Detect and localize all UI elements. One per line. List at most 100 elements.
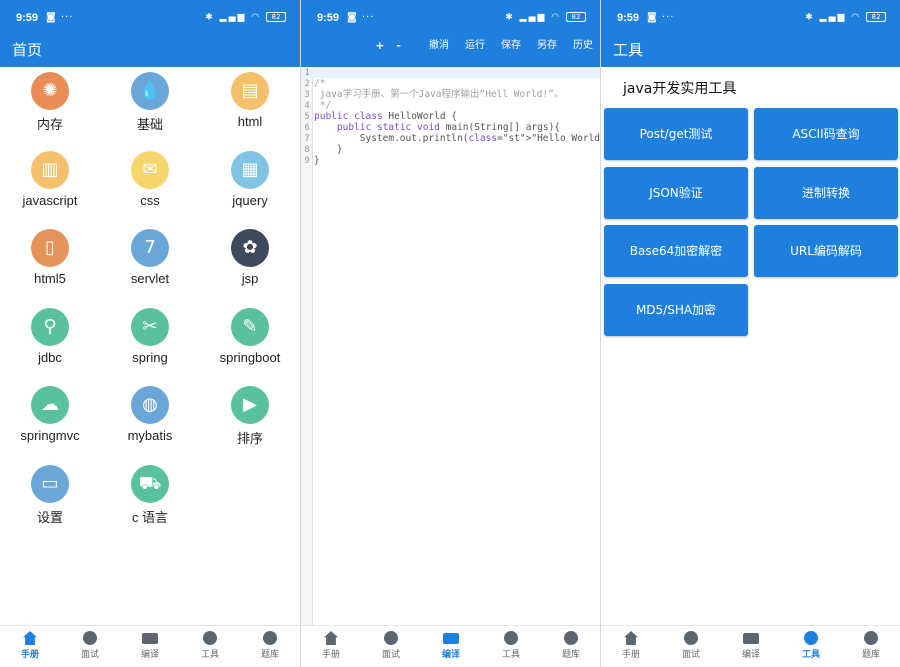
tool-button[interactable]: Base64加密解密	[604, 225, 748, 277]
nav-item[interactable]: 题库	[240, 626, 300, 667]
topic-item[interactable]: ▦ jquery	[200, 150, 300, 229]
topic-item[interactable]: ⚲ jdbc	[0, 307, 100, 386]
nav-label: 编译	[140, 650, 159, 660]
topic-item[interactable]: ✿ jsp	[200, 229, 300, 307]
toolbar-button-1[interactable]: -	[396, 39, 401, 53]
calendar-icon: 7	[131, 229, 169, 267]
tool-button[interactable]: JSON验证	[604, 166, 748, 219]
icon-glyph: ⚲	[43, 315, 57, 337]
nav-item[interactable]: 题库	[541, 626, 600, 667]
topic-label: 内存	[36, 117, 63, 132]
icon-glyph: 💧	[138, 80, 162, 101]
topic-item[interactable]: ◍ mybatis	[100, 386, 200, 464]
topic-item[interactable]: ▤ html	[200, 72, 300, 150]
battery-icon: 82	[566, 12, 586, 22]
icon-glyph: ▤	[241, 80, 259, 101]
topic-label: 排序	[236, 431, 263, 446]
home-icon	[324, 631, 338, 645]
code-text: /*	[314, 78, 326, 89]
tool-button[interactable]: Post/get测试	[604, 108, 748, 160]
toolbar-button-6[interactable]: 历史	[573, 39, 593, 53]
toolbar-button-5[interactable]: 另存	[537, 39, 557, 53]
status-bar: 9:59 ◙ ··· ✱ ▂▄▆ ◠ 82	[601, 0, 900, 36]
nav-item[interactable]: 编译	[120, 626, 180, 667]
battery-icon: ▭	[31, 464, 69, 503]
topic-item[interactable]: ✉ css	[100, 150, 200, 229]
code-text: public class HelloWorld {	[314, 111, 458, 122]
topic-item[interactable]: ✎ springboot	[200, 307, 300, 386]
app-bar: 首页	[0, 36, 300, 67]
nav-item[interactable]: 手册	[601, 626, 661, 667]
notification-icon: ◙ ···	[647, 12, 675, 23]
nav-item[interactable]: 手册	[301, 626, 361, 667]
nav-item[interactable]: 工具	[180, 626, 240, 667]
document-icon: ▤	[231, 72, 269, 110]
nav-item[interactable]: 编译	[421, 626, 481, 667]
code-line: 7 System.out.println(class="st">"Hello W…	[301, 133, 600, 144]
tool-button[interactable]: ASCII码查询	[754, 108, 898, 160]
topic-item[interactable]: ☁ springmvc	[0, 386, 100, 464]
topic-label: springmvc	[20, 428, 80, 443]
topic-item[interactable]: ▶ 排序	[200, 386, 300, 464]
nav-item[interactable]: 面试	[60, 626, 120, 667]
icon-glyph: ▶	[243, 394, 257, 415]
screen-compiler: 9:59 ◙ ··· ✱ ▂▄▆ ◠ 82 + - 撤消 运行 保存 另存 历史 1 2/* 3…	[300, 0, 600, 667]
tools-icon: ✂	[131, 307, 169, 346]
topic-item[interactable]: ⛟ c 语言	[100, 464, 200, 543]
nav-item[interactable]: 手册	[0, 626, 60, 667]
nav-item[interactable]: 工具	[481, 626, 541, 667]
nav-item[interactable]: 面试	[361, 626, 421, 667]
nav-item[interactable]: 工具	[781, 626, 841, 667]
page-title: 首页	[12, 41, 43, 59]
nav-item[interactable]: 题库	[841, 626, 900, 667]
code-text: System.out.println(class="st">"Hello Wor…	[314, 133, 600, 144]
tool-button[interactable]: MD5/SHA加密	[604, 283, 748, 336]
compass-icon	[203, 631, 217, 645]
icon-glyph: ▥	[41, 158, 59, 180]
toolbar-button-0[interactable]: +	[375, 39, 384, 53]
topic-item[interactable]: ▭ 设置	[0, 464, 100, 543]
tool-button[interactable]: 进制转换	[754, 166, 898, 219]
topic-label: servlet	[130, 271, 170, 286]
status-bar: 9:59 ◙ ··· ✱ ▂▄▆ ◠ 82	[301, 0, 600, 36]
star-icon	[384, 631, 398, 645]
code-line: 9}	[301, 155, 600, 166]
toolbar-button-4[interactable]: 保存	[501, 39, 521, 53]
topic-item[interactable]: 7 servlet	[100, 229, 200, 307]
code-text: */	[314, 100, 332, 111]
nav-label: 面试	[80, 650, 99, 660]
toolbar-button-3[interactable]: 运行	[465, 39, 485, 53]
nav-label: 编译	[741, 650, 760, 660]
page-title: 工具	[613, 41, 644, 59]
icon-glyph: ✺	[42, 80, 58, 101]
phone-icon: ▯	[31, 229, 69, 267]
topic-item[interactable]: ▥ javascript	[0, 150, 100, 229]
icon-glyph: ☁	[41, 394, 59, 415]
status-time: 9:59	[317, 12, 340, 24]
icon-glyph: ✉	[142, 158, 158, 180]
keyboard-icon	[443, 633, 459, 644]
bottom-nav: 手册 面试 编译 工具 题库	[0, 625, 300, 667]
calendar-board-icon: ▦	[231, 150, 269, 189]
topic-item[interactable]: ▯ html5	[0, 229, 100, 307]
status-time: 9:59	[16, 12, 39, 24]
hand-truck-icon: ⛟	[131, 464, 169, 503]
topic-item[interactable]: ✂ spring	[100, 307, 200, 386]
code-text: }	[314, 144, 343, 155]
code-editor[interactable]: 1 2/* 3 java学习手册、第一个Java程序输出“Hell World!”。…	[301, 67, 600, 625]
topic-label: mybatis	[127, 428, 173, 443]
icon-glyph: ✿	[242, 237, 258, 258]
topic-label: html5	[34, 271, 66, 286]
nav-item[interactable]: 面试	[661, 626, 721, 667]
topic-label: jsp	[241, 271, 259, 286]
nav-item[interactable]: 编译	[721, 626, 781, 667]
app-bar: 工具	[601, 36, 900, 67]
tool-button[interactable]: URL编码解码	[754, 225, 898, 277]
topic-label: 设置	[36, 509, 63, 525]
toolbar-button-2[interactable]: 撤消	[429, 39, 449, 53]
topic-item[interactable]: 💧 基础	[100, 72, 200, 150]
topic-item[interactable]: ✺ 内存	[0, 72, 100, 150]
icon-glyph: ✂	[142, 315, 158, 337]
topic-label: html	[237, 114, 263, 129]
notification-icon: ◙ ···	[347, 12, 375, 23]
